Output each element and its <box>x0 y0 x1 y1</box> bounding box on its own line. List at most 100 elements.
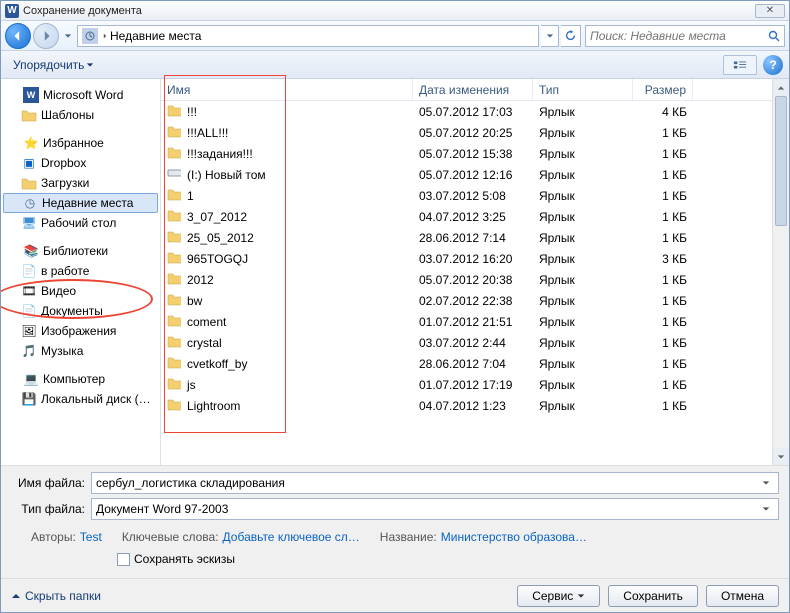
drive-icon <box>161 166 181 183</box>
folder-icon <box>161 187 181 204</box>
back-button[interactable] <box>5 23 31 49</box>
file-row[interactable]: !!!задания!!!05.07.2012 15:38Ярлык1 КБ <box>161 143 772 164</box>
folder-icon <box>161 334 181 351</box>
star-icon: ⭐ <box>23 135 39 151</box>
search-box[interactable] <box>585 25 785 47</box>
folder-icon <box>161 208 181 225</box>
sidebar-item-music[interactable]: 🎵Музыка <box>3 341 158 361</box>
file-type: Ярлык <box>533 357 633 371</box>
sidebar-item-downloads[interactable]: Загрузки <box>3 173 158 193</box>
scroll-up-button[interactable] <box>773 79 789 96</box>
file-size: 1 КБ <box>633 168 693 182</box>
help-button[interactable]: ? <box>763 55 783 75</box>
file-date: 05.07.2012 12:16 <box>413 168 533 182</box>
file-date: 05.07.2012 20:38 <box>413 273 533 287</box>
sidebar-item-favorites[interactable]: ⭐Избранное <box>3 133 158 153</box>
keywords-label: Ключевые слова: <box>122 530 219 544</box>
sidebar-item-dropbox[interactable]: ▣Dropbox <box>3 153 158 173</box>
word-icon: W <box>23 87 39 103</box>
filetype-value[interactable] <box>96 502 758 516</box>
file-name: coment <box>181 315 413 329</box>
folder-icon <box>161 292 181 309</box>
search-input[interactable] <box>590 29 768 43</box>
file-name: !!! <box>181 105 413 119</box>
filename-input[interactable] <box>96 476 758 490</box>
file-size: 3 КБ <box>633 252 693 266</box>
col-header-name[interactable]: Имя <box>161 79 413 100</box>
doc-title-label: Название: <box>380 530 437 544</box>
file-size: 1 КБ <box>633 189 693 203</box>
folder-icon <box>161 355 181 372</box>
scroll-thumb[interactable] <box>775 96 787 226</box>
file-row[interactable]: 965TOGQJ03.07.2012 16:20Ярлык3 КБ <box>161 248 772 269</box>
col-header-type[interactable]: Тип <box>533 79 633 100</box>
sidebar-item-templates[interactable]: Шаблоны <box>3 105 158 125</box>
file-type: Ярлык <box>533 378 633 392</box>
file-date: 01.07.2012 17:19 <box>413 378 533 392</box>
file-row[interactable]: crystal03.07.2012 2:44Ярлык1 КБ <box>161 332 772 353</box>
file-size: 1 КБ <box>633 273 693 287</box>
doc-title-value[interactable]: Министерство образова… <box>441 530 587 544</box>
scroll-down-button[interactable] <box>773 448 789 465</box>
sidebar-item-desktop[interactable]: 🖥Рабочий стол <box>3 213 158 233</box>
filename-combo[interactable] <box>91 472 779 494</box>
file-row[interactable]: 201205.07.2012 20:38Ярлык1 КБ <box>161 269 772 290</box>
authors-value[interactable]: Test <box>80 530 102 544</box>
sidebar-item-word[interactable]: WMicrosoft Word <box>3 85 158 105</box>
service-button[interactable]: Сервис <box>517 585 600 607</box>
file-row[interactable]: 25_05_201228.06.2012 7:14Ярлык1 КБ <box>161 227 772 248</box>
save-thumbnails-label: Сохранять эскизы <box>134 552 235 566</box>
scroll-track[interactable] <box>773 96 789 448</box>
file-name: 2012 <box>181 273 413 287</box>
sidebar-item-inwork[interactable]: 📄в работе <box>3 261 158 281</box>
filetype-combo[interactable] <box>91 498 779 520</box>
file-name: cvetkoff_by <box>181 357 413 371</box>
folder-icon <box>161 250 181 267</box>
organize-button[interactable]: Упорядочить <box>7 55 100 75</box>
sidebar-item-recent[interactable]: ◷Недавние места <box>3 193 158 213</box>
sidebar-item-documents[interactable]: 📄Документы <box>3 301 158 321</box>
window-title: Сохранение документа <box>23 5 142 17</box>
cancel-button[interactable]: Отмена <box>706 585 779 607</box>
close-button[interactable]: ✕ <box>755 4 785 18</box>
file-row[interactable]: js01.07.2012 17:19Ярлык1 КБ <box>161 374 772 395</box>
breadcrumb[interactable]: Недавние места <box>102 29 201 43</box>
file-row[interactable]: !!!ALL!!!05.07.2012 20:25Ярлык1 КБ <box>161 122 772 143</box>
vertical-scrollbar[interactable] <box>772 79 789 465</box>
navbar: Недавние места <box>1 21 789 51</box>
file-pane: Имя Дата изменения Тип Размер !!!05.07.2… <box>161 79 789 465</box>
hide-folders-link[interactable]: Скрыть папки <box>11 589 101 603</box>
file-row[interactable]: (I:) Новый том05.07.2012 12:16Ярлык1 КБ <box>161 164 772 185</box>
sidebar-item-localdisk[interactable]: 💾Локальный диск (… <box>3 389 158 409</box>
sidebar-item-images[interactable]: 🖼Изображения <box>3 321 158 341</box>
sidebar-item-libraries[interactable]: 📚Библиотеки <box>3 241 158 261</box>
keywords-value[interactable]: Добавьте ключевое сл… <box>223 530 360 544</box>
chevron-down-icon[interactable] <box>758 474 774 492</box>
file-row[interactable]: 103.07.2012 5:08Ярлык1 КБ <box>161 185 772 206</box>
file-row[interactable]: !!!05.07.2012 17:03Ярлык4 КБ <box>161 101 772 122</box>
col-header-date[interactable]: Дата изменения <box>413 79 533 100</box>
save-thumbnails-checkbox[interactable] <box>117 553 130 566</box>
file-row[interactable]: Lightroom04.07.2012 1:23Ярлык1 КБ <box>161 395 772 416</box>
nav-history-chevron[interactable] <box>61 27 75 45</box>
file-row[interactable]: 3_07_201204.07.2012 3:25Ярлык1 КБ <box>161 206 772 227</box>
address-dropdown[interactable] <box>541 25 559 47</box>
refresh-button[interactable] <box>561 25 581 47</box>
folder-icon <box>161 376 181 393</box>
file-row[interactable]: cvetkoff_by28.06.2012 7:04Ярлык1 КБ <box>161 353 772 374</box>
file-name: 1 <box>181 189 413 203</box>
file-size: 1 КБ <box>633 315 693 329</box>
file-row[interactable]: bw02.07.2012 22:38Ярлык1 КБ <box>161 290 772 311</box>
col-header-size[interactable]: Размер <box>633 79 693 100</box>
save-button[interactable]: Сохранить <box>608 585 698 607</box>
file-type: Ярлык <box>533 336 633 350</box>
address-bar[interactable]: Недавние места <box>77 25 539 47</box>
sidebar-item-computer[interactable]: 💻Компьютер <box>3 369 158 389</box>
view-mode-button[interactable] <box>723 55 757 75</box>
file-size: 1 КБ <box>633 294 693 308</box>
chevron-down-icon[interactable] <box>758 500 774 518</box>
file-row[interactable]: coment01.07.2012 21:51Ярлык1 КБ <box>161 311 772 332</box>
folder-icon <box>21 107 37 123</box>
forward-button[interactable] <box>33 23 59 49</box>
sidebar-item-video[interactable]: 🎞Видео <box>3 281 158 301</box>
